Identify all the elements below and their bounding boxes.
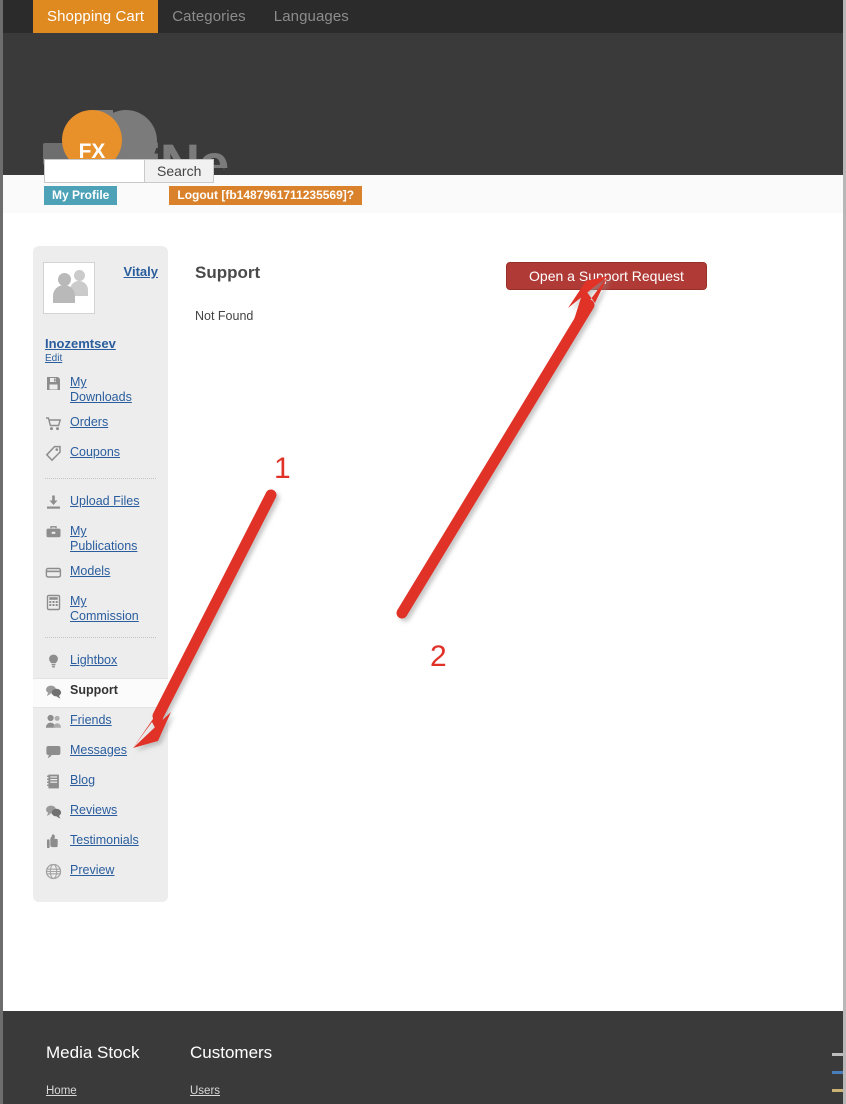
sidebar-item-label: Blog [70,773,96,787]
upload-icon [45,494,62,511]
briefcase-icon [45,524,62,541]
sidebar-item-messages[interactable]: Messages [33,738,168,768]
sidebar-item-label: Models [70,564,111,578]
sidebar-item-friends[interactable]: Friends [33,708,168,738]
friends-icon [45,713,62,730]
sidebar-divider [45,637,156,638]
sidebar-item-label: My Downloads [70,375,132,404]
nav-tab-label: Categories [172,8,246,25]
sidebar-item-my-downloads[interactable]: My Downloads [33,370,168,410]
search-button[interactable]: Search [144,159,215,183]
message-icon [45,743,62,760]
footer-columns: Media Stock Home Customers Users [46,1043,286,1097]
page-root: Shopping Cart Categories Languages LiNe … [0,0,846,1104]
lightbulb-icon [45,653,62,670]
sidebar-item-my-publications[interactable]: My Publications [33,519,168,559]
logout-label: Logout [fb1487961711235569]? [177,188,355,202]
sidebar-item-label: My Commission [70,594,139,623]
sidebar-item-label: Friends [70,713,112,727]
site-header: LiNe FX [0,33,846,198]
speech-bubbles-icon [45,803,62,820]
footer-column-media-stock: Media Stock Home [46,1043,142,1097]
logout-button[interactable]: Logout [fb1487961711235569]? [169,186,363,205]
sidebar-item-label: Orders [70,415,109,429]
site-footer: Media Stock Home Customers Users [0,1004,846,1104]
sidebar-item-label: My Publications [70,524,138,553]
globe-icon [45,863,62,880]
sidebar-item-orders[interactable]: Orders [33,410,168,440]
scrollbar-marker-yellow[interactable] [832,1089,843,1092]
sidebar-user-lastname[interactable]: Inozemtsev [33,326,168,351]
footer-scalloped-edge [0,1004,846,1018]
search-button-label: Search [157,163,202,179]
window-left-border [0,0,3,1104]
scrollbar-marker-blue[interactable] [832,1071,843,1074]
floppy-disk-icon [45,375,62,392]
sidebar-item-label: Support [70,683,118,697]
empty-state-text: Not Found [195,309,254,323]
nav-tab-categories[interactable]: Categories [158,0,260,33]
nav-tab-label: Shopping Cart [47,8,145,25]
sidebar-profile-header: Vitaly [33,256,168,326]
sidebar-divider [45,478,156,479]
avatar-body-primary [53,285,75,303]
sidebar-item-preview[interactable]: Preview [33,858,168,888]
footer-link-home[interactable]: Home [46,1085,142,1097]
sidebar-item-reviews[interactable]: Reviews [33,798,168,828]
search-input[interactable] [44,159,144,183]
avatar-head-secondary [74,270,85,281]
tag-icon [45,445,62,462]
sidebar-item-testimonials[interactable]: Testimonials [33,828,168,858]
sidebar-user-firstname[interactable]: Vitaly [124,264,158,279]
sidebar-item-support[interactable]: Support [33,678,168,708]
scrollbar-marker-gray[interactable] [832,1053,843,1056]
sidebar-item-lightbox[interactable]: Lightbox [33,648,168,678]
speech-bubbles-icon [45,683,62,700]
footer-link-users[interactable]: Users [190,1085,286,1097]
sidebar-group-content: Upload Files My Publications Models My C… [33,483,168,629]
my-profile-button[interactable]: My Profile [44,186,118,205]
sidebar-item-label: Messages [70,743,127,757]
sidebar-item-coupons[interactable]: Coupons [33,440,168,470]
sidebar-group-social: Lightbox Support Friends Messages Blog R… [33,642,168,888]
nav-tab-languages[interactable]: Languages [260,0,363,33]
footer-heading: Customers [190,1043,273,1062]
open-support-request-label: Open a Support Request [529,268,684,284]
sidebar-item-upload-files[interactable]: Upload Files [33,489,168,519]
notebook-icon [45,773,62,790]
nav-left-spacer [0,0,33,33]
top-navigation-bar: Shopping Cart Categories Languages [0,0,846,33]
sidebar-item-label: Upload Files [70,494,140,508]
search-bar: Search [44,159,215,183]
open-support-request-button[interactable]: Open a Support Request [506,262,707,290]
sidebar-item-blog[interactable]: Blog [33,768,168,798]
sidebar-item-label: Coupons [70,445,121,459]
sidebar-item-models[interactable]: Models [33,559,168,589]
users-avatar-icon [43,262,95,314]
nav-tab-label: Languages [273,8,349,25]
user-sidebar: Vitaly Inozemtsev Edit My Downloads Orde… [33,246,168,902]
sidebar-item-my-commission[interactable]: My Commission [33,589,168,629]
shopping-cart-icon [45,415,62,432]
my-profile-label: My Profile [52,188,110,202]
footer-column-customers: Customers Users [190,1043,286,1097]
calculator-icon [45,594,62,611]
footer-heading: Media Stock [46,1043,140,1062]
card-icon [45,564,62,581]
sidebar-group-account: My Downloads Orders Coupons [33,364,168,470]
nav-tab-shopping-cart[interactable]: Shopping Cart [33,0,159,33]
sidebar-edit-profile-link[interactable]: Edit [33,351,168,364]
sidebar-item-label: Reviews [70,803,118,817]
sidebar-item-label: Lightbox [70,653,118,667]
sidebar-item-label: Testimonials [70,833,139,847]
auth-buttons: My Profile Logout [fb1487961711235569]? [44,186,363,205]
thumbs-up-icon [45,833,62,850]
content-area: Vitaly Inozemtsev Edit My Downloads Orde… [0,213,846,1003]
sidebar-item-label: Preview [70,863,115,877]
